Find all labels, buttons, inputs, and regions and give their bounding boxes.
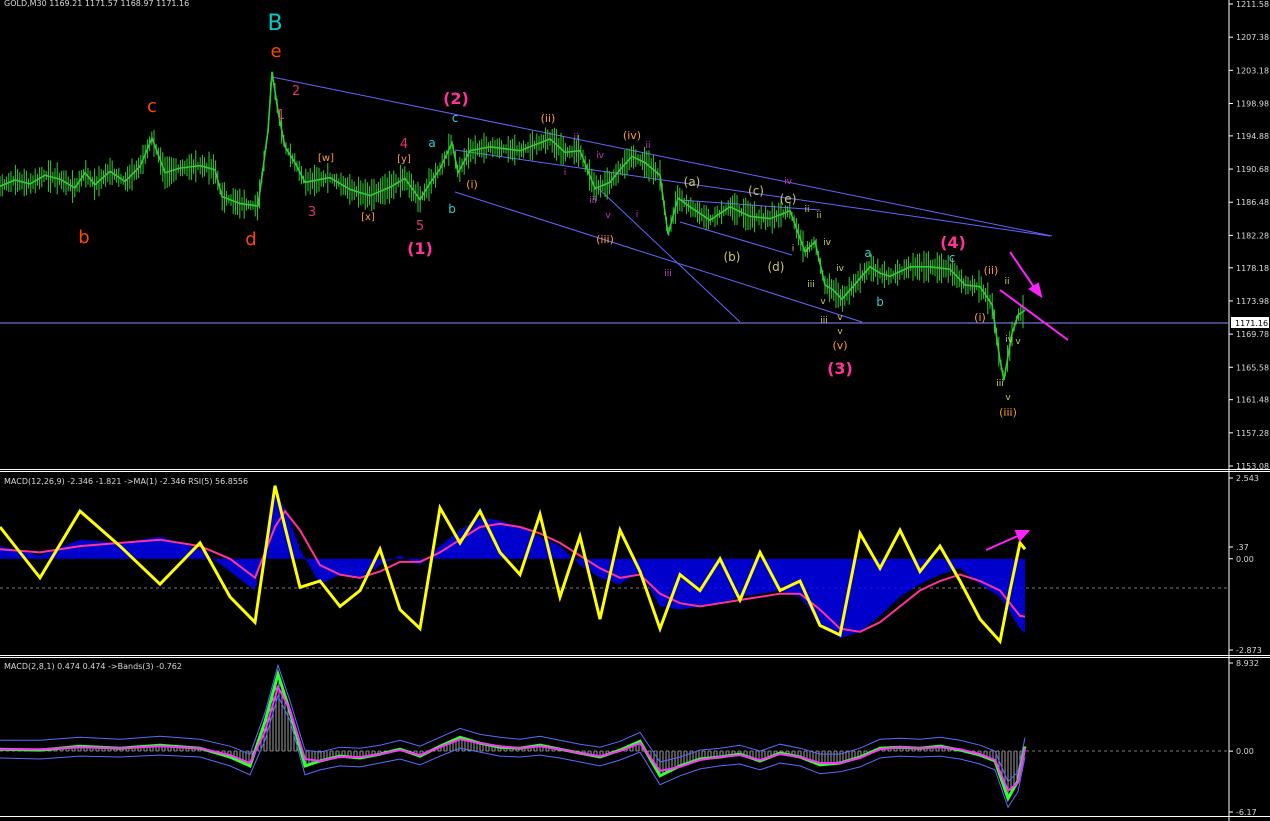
wave-label: (3)	[827, 359, 853, 378]
wave-label: [x]	[361, 212, 375, 223]
current-price-label: 1171.16	[1235, 319, 1268, 328]
wave-label: a	[864, 246, 871, 260]
wave-label: iv	[823, 238, 832, 248]
macd2-tick-label: -6.17	[1236, 808, 1257, 817]
wave-label: (iii)	[999, 406, 1017, 419]
macd2-tick-label: 8.932	[1236, 659, 1259, 668]
macd-rsi-header: MACD(12,26,9) -2.346 -1.821 ->MA(1) -2.3…	[4, 477, 248, 486]
price-panel-header: GOLD,M30 1169.21 1171.57 1168.97 1171.16	[4, 0, 189, 8]
wave-label: d	[245, 229, 256, 250]
wave-label: (ii)	[541, 112, 556, 125]
wave-label: 4	[400, 137, 408, 152]
price-tick-label: 1153.08	[1236, 462, 1269, 471]
price-tick-label: 1198.98	[1236, 100, 1269, 109]
macd-tick-label: .37	[1236, 543, 1249, 552]
wave-label: (i)	[974, 311, 986, 324]
price-tick-label: 1173.98	[1236, 297, 1269, 306]
wave-label: iii	[807, 280, 815, 290]
wave-label: iv	[1005, 335, 1014, 345]
wave-label: c	[452, 111, 459, 125]
wave-label: v	[820, 297, 826, 307]
wave-label: ii	[816, 211, 821, 221]
wave-label: iii	[589, 196, 597, 206]
chart-background	[0, 0, 1270, 821]
wave-label: (iv)	[623, 129, 641, 142]
wave-label: b	[448, 202, 456, 216]
price-tick-label: 1161.48	[1236, 396, 1269, 405]
wave-label: (2)	[443, 89, 469, 108]
wave-label: v	[837, 327, 843, 337]
wave-label: iv	[596, 151, 605, 161]
price-tick-label: 1186.48	[1236, 198, 1269, 207]
wave-label: iv	[836, 264, 845, 274]
price-tick-label: 1157.28	[1236, 429, 1269, 438]
macd-tick-label: 2.543	[1236, 474, 1259, 483]
wave-label: (v)	[832, 339, 847, 352]
price-tick-label: 1211.58	[1236, 0, 1269, 9]
wave-label: v	[1005, 393, 1011, 403]
price-tick-label: 1182.28	[1236, 231, 1269, 240]
price-tick-label: 1203.18	[1236, 66, 1269, 75]
wave-label: iii	[820, 316, 828, 326]
chart-canvas: GOLD,M30 1169.21 1171.57 1168.97 1171.16…	[0, 0, 1270, 821]
price-tick-label: 1165.58	[1236, 363, 1269, 372]
wave-label: b	[876, 295, 884, 309]
macd-tick-label: -2.873	[1236, 646, 1262, 655]
price-tick-label: 1169.78	[1236, 330, 1269, 339]
wave-label: e	[270, 41, 281, 62]
wave-label: (b)	[724, 250, 741, 264]
macd2-header: MACD(2,8,1) 0.474 0.474 ->Bands(3) -0.76…	[4, 662, 182, 671]
macd-tick-label: 0.00	[1236, 555, 1254, 564]
wave-label: 1	[277, 108, 285, 123]
wave-label: (c)	[748, 184, 764, 198]
wave-label: B	[267, 11, 282, 36]
macd2-tick-label: 0.00	[1236, 747, 1254, 756]
wave-label: [w]	[318, 153, 334, 164]
wave-label: (1)	[407, 239, 433, 258]
wave-label: [y]	[397, 154, 411, 165]
wave-label: (e)	[780, 192, 797, 206]
wave-label: i	[792, 244, 795, 254]
wave-label: (i)	[466, 178, 478, 191]
wave-label: b	[78, 227, 89, 248]
wave-label: c	[949, 251, 956, 265]
price-tick-label: 1207.38	[1236, 33, 1269, 42]
wave-label: 5	[416, 219, 424, 234]
price-tick-label: 1194.88	[1236, 132, 1269, 141]
wave-label: iii	[996, 379, 1004, 389]
price-tick-label: 1178.18	[1236, 264, 1269, 273]
wave-label: (ii)	[984, 264, 999, 277]
wave-label: (a)	[684, 175, 701, 189]
wave-label: ii	[645, 141, 650, 151]
wave-label: v	[837, 313, 843, 323]
wave-label: (d)	[768, 260, 785, 274]
wave-label: (iii)	[596, 233, 614, 246]
wave-label: v	[605, 211, 611, 221]
wave-label: 2	[292, 84, 300, 99]
wave-label: a	[428, 136, 435, 150]
wave-label: ii	[573, 133, 578, 143]
wave-label: c	[147, 96, 157, 117]
wave-label: i	[806, 245, 809, 255]
wave-label: 3	[308, 205, 316, 220]
wave-label: i	[636, 210, 639, 220]
wave-label: v	[1015, 337, 1021, 347]
wave-label: iv	[784, 177, 793, 187]
wave-label: i	[564, 168, 567, 178]
wave-label: ii	[1004, 277, 1009, 287]
wave-label: iii	[664, 269, 672, 279]
wave-label: ii	[804, 205, 809, 215]
price-tick-label: 1190.68	[1236, 165, 1269, 174]
wave-label: (4)	[940, 233, 966, 252]
